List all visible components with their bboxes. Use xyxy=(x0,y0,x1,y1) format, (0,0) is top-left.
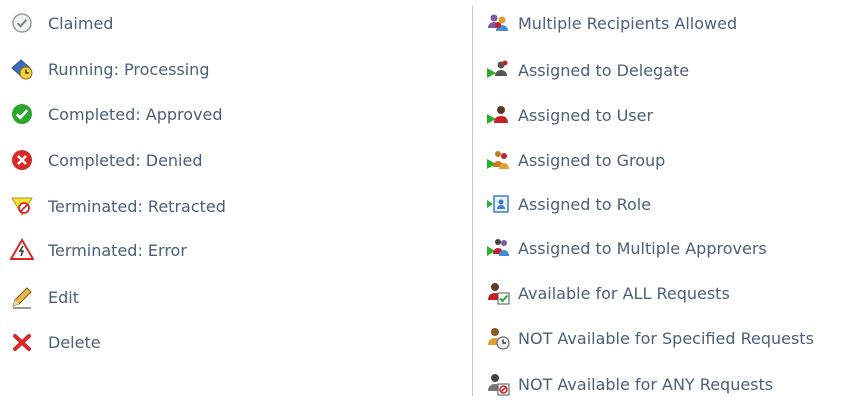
not-available-any-icon xyxy=(486,372,510,396)
multiple-recipients-icon xyxy=(486,11,510,35)
legend-item-not-available-any: NOT Available for ANY Requests xyxy=(486,371,773,397)
legend-item-available-all: Available for ALL Requests xyxy=(486,280,730,306)
legend-label: Edit xyxy=(48,287,79,307)
legend-item-not-available-specified: NOT Available for Specified Requests xyxy=(486,325,814,351)
legend-item-assigned-user: Assigned to User xyxy=(486,102,653,128)
legend-item-assigned-group: Assigned to Group xyxy=(486,147,665,173)
approved-check-icon xyxy=(10,102,34,126)
multiple-approvers-icon xyxy=(486,236,510,260)
legend-item-assigned-role: Assigned to Role xyxy=(486,191,651,217)
legend-label: Claimed xyxy=(48,13,114,33)
denied-x-icon xyxy=(10,148,34,172)
legend-label: Completed: Denied xyxy=(48,150,203,170)
legend-label: NOT Available for ANY Requests xyxy=(518,374,774,394)
legend-label: Running: Processing xyxy=(48,59,210,79)
available-all-icon xyxy=(486,281,510,305)
legend-label: Terminated: Error xyxy=(48,240,187,260)
delete-x-icon xyxy=(10,330,34,354)
group-icon xyxy=(486,148,510,172)
legend-item-claimed: Claimed xyxy=(10,10,113,36)
legend-item-terminated-retracted: Terminated: Retracted xyxy=(10,193,226,219)
claimed-check-icon xyxy=(10,11,34,35)
legend-label: Assigned to Multiple Approvers xyxy=(518,238,767,258)
legend-label: Terminated: Retracted xyxy=(48,196,226,216)
running-processing-icon xyxy=(10,57,34,81)
legend-item-running-processing: Running: Processing xyxy=(10,56,209,82)
legend-item-terminated-error: Terminated: Error xyxy=(10,237,187,263)
pencil-icon xyxy=(10,285,34,309)
not-available-specified-icon xyxy=(486,326,510,350)
legend-item-edit: Edit xyxy=(10,284,79,310)
legend-item-completed-approved: Completed: Approved xyxy=(10,101,222,127)
legend-label: Delete xyxy=(48,332,101,352)
retracted-icon xyxy=(10,194,34,218)
legend-item-completed-denied: Completed: Denied xyxy=(10,147,203,173)
legend-item-multiple-recipients: Multiple Recipients Allowed xyxy=(486,10,737,36)
legend-label: Assigned to Role xyxy=(518,194,652,214)
legend-label: Completed: Approved xyxy=(48,104,223,124)
error-warning-icon xyxy=(10,238,34,262)
legend-item-multiple-approvers: Assigned to Multiple Approvers xyxy=(486,235,767,261)
role-icon xyxy=(486,192,510,216)
legend-item-delete: Delete xyxy=(10,329,101,355)
legend-label: Assigned to Group xyxy=(518,150,666,170)
delegate-icon xyxy=(486,58,510,82)
legend-item-assigned-delegate: Assigned to Delegate xyxy=(486,57,689,83)
legend-label: Multiple Recipients Allowed xyxy=(518,13,738,33)
legend-label: Assigned to User xyxy=(518,105,654,125)
legend-label: NOT Available for Specified Requests xyxy=(518,328,814,348)
column-divider xyxy=(472,6,473,396)
user-icon xyxy=(486,103,510,127)
legend-label: Available for ALL Requests xyxy=(518,283,730,303)
legend-label: Assigned to Delegate xyxy=(518,60,690,80)
